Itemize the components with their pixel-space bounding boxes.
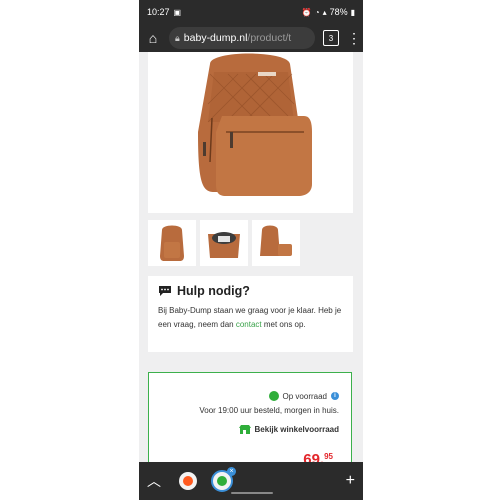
home-icon[interactable]: ⌂	[145, 30, 161, 46]
stock-status: Op voorraad	[282, 391, 327, 401]
site-favicon-icon	[217, 476, 227, 486]
overflow-menu-icon[interactable]: ⋮	[347, 30, 361, 47]
thumbnail-set[interactable]	[252, 220, 300, 266]
url-domain: baby-dump.nl	[183, 32, 248, 44]
tab-thumbnail-1[interactable]	[179, 472, 197, 490]
price-cents: 95	[324, 452, 333, 461]
contact-link[interactable]: contact	[236, 320, 262, 329]
status-time: 10:27	[147, 7, 170, 17]
delivery-text: Voor 19:00 uur besteld, morgen in huis.	[199, 406, 339, 415]
stock-status-row: Op voorraad i	[268, 391, 339, 401]
new-tab-icon[interactable]: +	[346, 472, 355, 490]
help-text-after: met ons op.	[261, 319, 306, 329]
product-price: 69,95	[303, 451, 333, 462]
info-icon[interactable]: i	[331, 392, 339, 400]
lock-icon: 🔒︎	[175, 32, 180, 43]
thumbnail-open[interactable]	[200, 220, 248, 266]
stock-card: Op voorraad i Voor 19:00 uur besteld, mo…	[148, 372, 352, 462]
site-favicon-icon	[183, 476, 193, 486]
alarm-icon: ⏰	[301, 7, 312, 17]
store-stock-link[interactable]: Bekijk winkelvoorraad	[255, 425, 339, 434]
help-title: Hulp nodig?	[177, 284, 250, 298]
help-card: Hulp nodig? Bij Baby-Dump staan we graag…	[148, 276, 353, 352]
tab-switcher-button[interactable]: 3	[323, 30, 339, 46]
battery-icon: ▮	[350, 7, 355, 17]
tab-thumbnail-2[interactable]: ×	[211, 467, 236, 492]
address-bar[interactable]: 🔒︎ baby-dump.nl/product/t	[169, 27, 315, 49]
url-path: /product/t	[247, 32, 292, 44]
price-main: 69,	[303, 451, 325, 462]
browser-bottom-bar: ︿ × +	[139, 462, 363, 500]
store-stock-row[interactable]: Bekijk winkelvoorraad	[238, 424, 339, 435]
thumbnail-strip	[148, 220, 300, 266]
delivery-row: Voor 19:00 uur besteld, morgen in huis.	[199, 406, 339, 415]
help-heading: Hulp nodig?	[158, 284, 343, 298]
product-main-image[interactable]	[148, 52, 353, 213]
tab-indicator	[231, 492, 273, 494]
status-bar: 10:27 ▣ ⏰ ◔ ▴ 78% ▮	[139, 0, 363, 24]
close-icon[interactable]: ×	[227, 467, 236, 476]
store-icon	[238, 425, 251, 434]
battery-level: 78%	[329, 7, 348, 17]
wifi-icon: ◔	[314, 7, 320, 17]
in-stock-icon	[268, 391, 279, 401]
help-text: Bij Baby-Dump staan we graag voor je kla…	[158, 304, 343, 331]
phone-screen: 10:27 ▣ ⏰ ◔ ▴ 78% ▮ ⌂ 🔒︎ baby-dump.nl/pr…	[139, 0, 363, 500]
page-content: Hulp nodig? Bij Baby-Dump staan we graag…	[139, 52, 363, 462]
thumbnail-front[interactable]	[148, 220, 196, 266]
browser-toolbar: ⌂ 🔒︎ baby-dump.nl/product/t 3 ⋮	[139, 24, 363, 52]
notification-icon: ▣	[173, 7, 182, 17]
signal-icon: ▴	[322, 7, 327, 17]
chevron-up-icon[interactable]: ︿	[147, 471, 161, 491]
chat-icon	[159, 286, 171, 296]
